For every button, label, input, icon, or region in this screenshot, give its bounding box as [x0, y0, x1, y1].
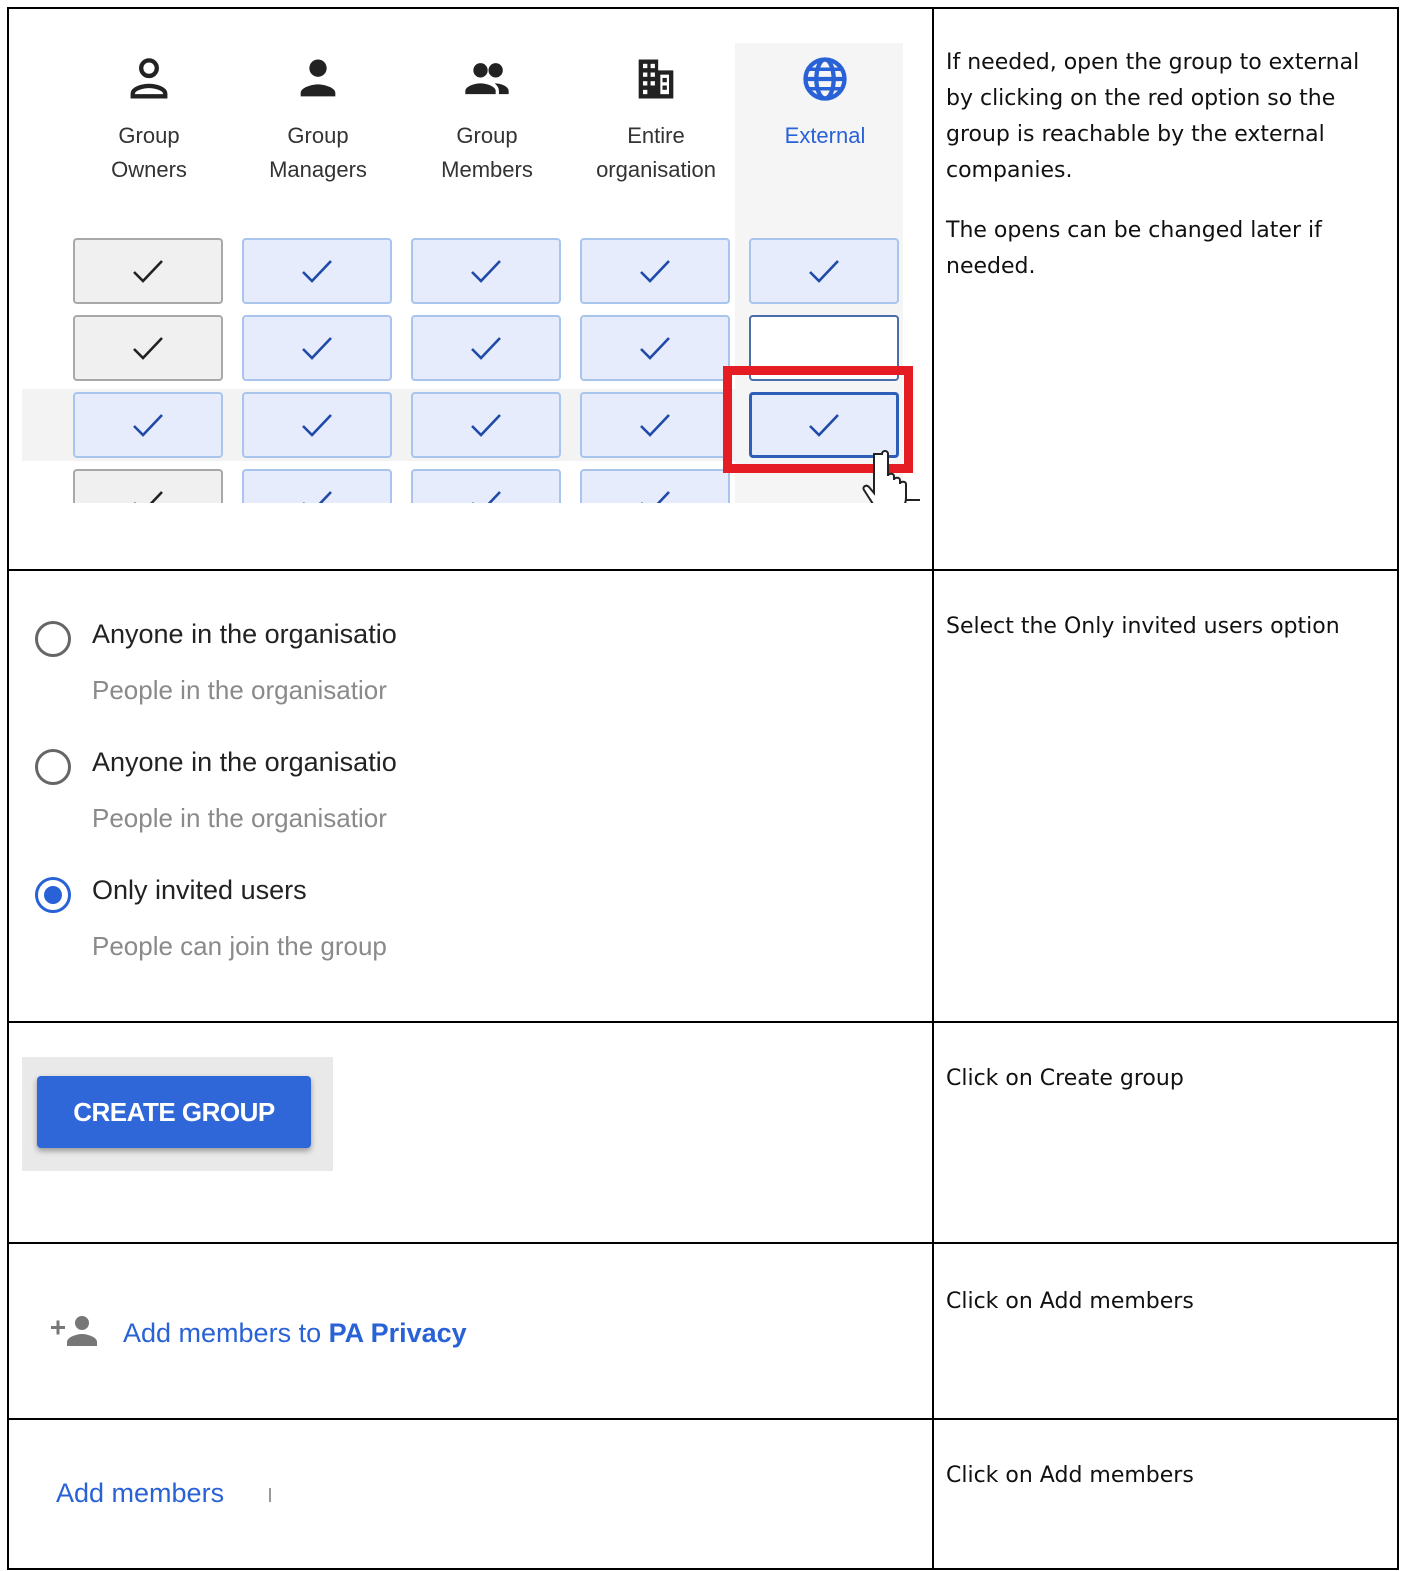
radio-option-title: Only invited users [92, 875, 307, 905]
person-icon [238, 53, 398, 105]
column-label: Group [118, 123, 180, 148]
radio-option-description: People can join the group [92, 931, 387, 961]
checkmark-icon [302, 260, 332, 283]
column-header-group-owners: Group Owners [69, 53, 229, 187]
globe-icon [745, 53, 905, 105]
radio-option-title: Anyone in the organisatio [92, 619, 397, 649]
add-members-link-text[interactable]: Add members to PA Privacy [123, 1318, 467, 1349]
permission-checkbox[interactable] [73, 315, 223, 381]
instruction-text: If needed, open the group to external by… [946, 45, 1377, 309]
add-members-to-group-link[interactable]: Add members to PA Privacy [51, 1314, 467, 1353]
permission-checkbox[interactable] [411, 392, 561, 458]
step-row-external-access: Group Owners Group Managers Group Member… [9, 9, 1397, 571]
column-label: Entire [627, 123, 685, 148]
checkmark-icon [640, 260, 670, 283]
hand-pointer-icon [852, 448, 920, 503]
permission-checkbox[interactable] [73, 238, 223, 304]
permission-checkbox[interactable] [580, 392, 730, 458]
step-row-create-group: CREATE GROUP Click on Create group [9, 1023, 1397, 1244]
building-icon [576, 53, 736, 105]
permission-checkbox[interactable] [242, 392, 392, 458]
checkmark-icon [303, 491, 332, 503]
radio-option-title: Anyone in the organisatio [92, 747, 397, 777]
step-row-add-members-link: Add members to PA Privacy Click on Add m… [9, 1244, 1397, 1420]
add-members-link[interactable]: Add members [56, 1478, 224, 1509]
permission-checkbox[interactable] [242, 238, 392, 304]
column-label: organisation [596, 157, 716, 182]
permission-checkbox[interactable] [73, 469, 223, 503]
checkmark-icon [641, 491, 670, 503]
column-header-entire-organisation: Entire organisation [576, 53, 736, 187]
column-label: Members [441, 157, 533, 182]
group-name: PA Privacy [328, 1318, 467, 1348]
radio-button[interactable] [35, 749, 71, 785]
permission-checkbox[interactable] [73, 392, 223, 458]
permission-checkbox[interactable] [411, 238, 561, 304]
column-label: Managers [269, 157, 367, 182]
radio-option-description: People in the organisatior [92, 803, 387, 833]
permission-checkbox[interactable] [580, 315, 730, 381]
radio-button[interactable] [35, 621, 71, 657]
checkmark-icon [471, 337, 501, 360]
checkmark-icon [471, 260, 501, 283]
instruction-paragraph: If needed, open the group to external by… [946, 50, 1360, 183]
permission-checkbox[interactable] [411, 315, 561, 381]
checkmark-icon [640, 414, 670, 437]
step-row-add-members: Add members Click on Add members [9, 1420, 1397, 1570]
checkmark-icon [302, 414, 332, 437]
checkmark-icon [133, 260, 163, 283]
button-area: CREATE GROUP [22, 1057, 333, 1171]
instruction-text: Click on Create group [946, 1066, 1184, 1091]
checkmark-icon [471, 414, 501, 437]
person-add-icon [51, 1314, 103, 1353]
permission-checkbox[interactable] [580, 238, 730, 304]
step-row-join-settings: Anyone in the organisatio People in the … [9, 571, 1397, 1023]
create-group-button[interactable]: CREATE GROUP [37, 1076, 311, 1148]
checkmark-icon [472, 491, 501, 503]
permission-checkbox[interactable] [242, 315, 392, 381]
people-icon [407, 53, 567, 105]
permission-checkbox[interactable] [242, 469, 392, 503]
person-outline-icon [69, 53, 229, 105]
instruction-text: Select the Only invited users option [946, 614, 1340, 639]
column-header-external: External [745, 53, 905, 153]
radio-option-description: People in the organisatior [92, 675, 387, 705]
checkmark-icon [302, 337, 332, 360]
column-label: Owners [111, 157, 187, 182]
radio-button-selected[interactable] [35, 877, 71, 913]
permission-checkbox[interactable] [411, 469, 561, 503]
instruction-text: Click on Add members [946, 1289, 1194, 1314]
checkmark-icon [640, 337, 670, 360]
column-label: Group [456, 123, 518, 148]
checkmark-icon [809, 260, 839, 283]
checkmark-icon [134, 491, 163, 503]
permission-checkbox[interactable] [580, 469, 730, 503]
column-header-group-managers: Group Managers [238, 53, 398, 187]
instruction-paragraph: The opens can be changed later if needed… [946, 218, 1322, 279]
checkmark-icon [133, 414, 163, 437]
instruction-table: Group Owners Group Managers Group Member… [7, 7, 1399, 1570]
permission-checkbox[interactable] [749, 238, 899, 304]
column-label: External [784, 123, 866, 148]
checkmark-icon [133, 337, 163, 360]
column-label: Group [287, 123, 349, 148]
permissions-grid: Group Owners Group Managers Group Member… [22, 43, 920, 503]
instruction-text: Click on Add members [946, 1463, 1194, 1488]
column-header-group-members: Group Members [407, 53, 567, 187]
text-caret [269, 1488, 271, 1502]
